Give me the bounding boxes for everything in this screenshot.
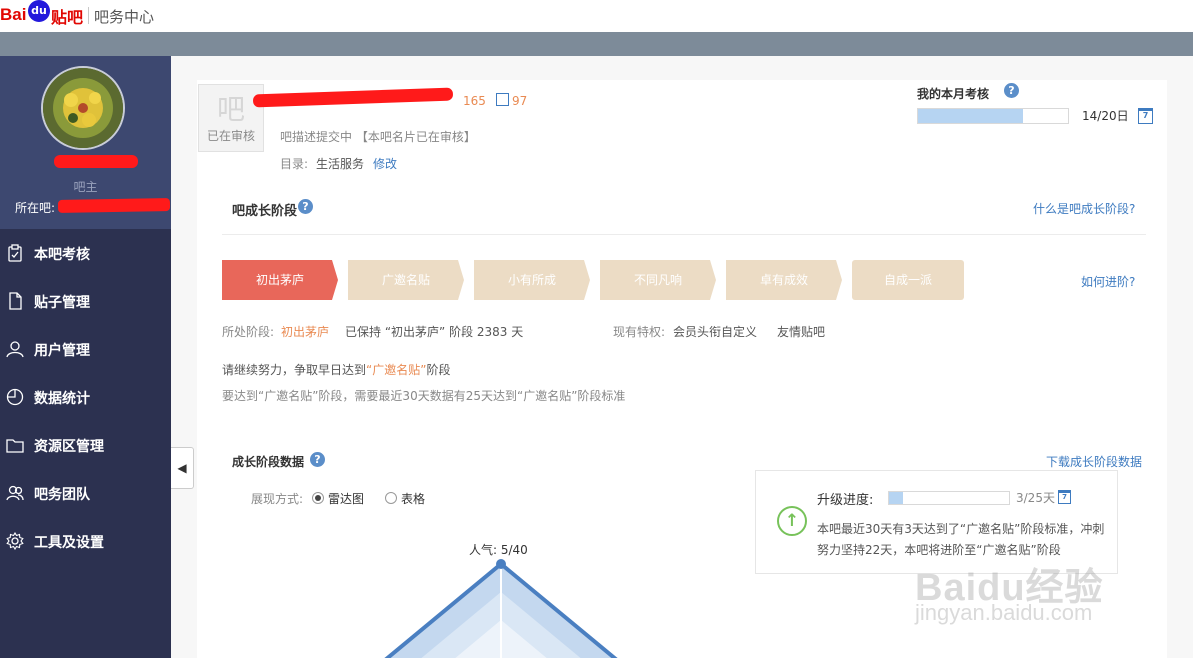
radio-radar-label[interactable]: 雷达图	[328, 490, 364, 507]
tieba-logo-text[interactable]: 贴吧	[51, 4, 83, 28]
monthly-exam-title: 我的本月考核	[917, 87, 990, 101]
chart-icon	[6, 388, 24, 406]
download-growth-data-link[interactable]: 下载成长阶段数据	[1046, 453, 1142, 470]
divider	[222, 234, 1146, 235]
baidu-paw-logo[interactable]: du	[28, 0, 50, 22]
sidebar-item-label: 吧务团队	[34, 487, 90, 503]
calendar-icon[interactable]: 7	[1058, 490, 1071, 504]
stage-step: 初出茅庐	[222, 260, 338, 300]
encourage-text: 请继续努力，争取早日达到“广邀名贴”阶段	[222, 363, 451, 377]
upgrade-description: 本吧最近30天有3天达到了“广邀名贴”阶段标准，冲刺努力坚持22天，本吧将进阶至…	[817, 522, 1105, 557]
stage-step: 卓有成效	[726, 260, 842, 300]
redacted-username	[54, 155, 138, 168]
display-mode-label: 展现方式:	[251, 492, 304, 506]
radio-radar-chart[interactable]	[312, 492, 324, 504]
help-icon[interactable]: ?	[298, 199, 313, 214]
document-icon	[9, 292, 22, 310]
upgrade-progress-label: 升级进度:	[817, 493, 874, 508]
post-icon	[496, 93, 509, 106]
gear-icon	[6, 532, 24, 550]
current-bar-label: 所在吧:	[15, 201, 56, 215]
stage-step: 不同凡响	[600, 260, 716, 300]
top-bar	[0, 0, 1193, 33]
header-strip	[0, 32, 1193, 56]
clipboard-icon	[8, 244, 22, 262]
bar-logo[interactable]: 吧 已在审核	[198, 84, 264, 152]
description-status: 吧描述提交中 【本吧名片已在审核】	[280, 130, 476, 144]
growth-stage-title: 吧成长阶段	[232, 204, 298, 219]
next-stage-highlight: “广邀名贴”	[366, 363, 427, 377]
stage-step: 广邀名贴	[348, 260, 464, 300]
folder-icon	[6, 439, 24, 453]
current-stage-value: 初出茅庐	[281, 325, 330, 339]
calendar-icon[interactable]: 7	[1138, 108, 1153, 124]
directory-label: 目录:	[280, 157, 309, 171]
growth-data-title: 成长阶段数据	[232, 455, 305, 469]
radar-label-popularity: 人气: 5/40	[469, 543, 528, 557]
sidebar-item-team[interactable]: 吧务团队	[0, 469, 171, 517]
upgrade-progress-track	[888, 491, 1010, 505]
how-to-advance-link[interactable]: 如何进阶?	[1081, 273, 1135, 290]
what-is-growth-link[interactable]: 什么是吧成长阶段?	[1033, 200, 1135, 217]
privileges-label: 现有特权:	[613, 325, 666, 339]
bar-logo-status: 已在审核	[206, 129, 255, 143]
help-icon[interactable]: ?	[1004, 83, 1019, 98]
baidu-logo-bai[interactable]: Bai	[0, 5, 26, 25]
current-bar-selector[interactable]	[57, 198, 171, 213]
stage-step: 自成一派	[852, 260, 964, 300]
post-count: 97	[512, 94, 528, 108]
directory-edit-link[interactable]: 修改	[373, 155, 397, 172]
radar-point-popularity	[496, 559, 506, 569]
member-count: 165	[463, 94, 486, 108]
team-icon	[6, 485, 24, 501]
user-icon	[6, 341, 24, 358]
radio-table[interactable]	[385, 492, 397, 504]
sidebar-item-label: 资源区管理	[34, 439, 104, 455]
requirement-text: 要达到“广邀名贴”阶段，需要最近30天数据有25天达到“广邀名贴”阶段标准	[222, 389, 626, 403]
sidebar-item-bar-exam[interactable]: 本吧考核	[0, 229, 171, 277]
stage-duration: 已保持 “初出茅庐” 阶段 2383 天	[345, 325, 524, 339]
avatar[interactable]	[41, 66, 125, 150]
upgrade-progress-value: 3/25天	[1016, 491, 1055, 505]
user-role: 吧主	[73, 180, 98, 194]
sidebar-item-resource-management[interactable]: 资源区管理	[0, 421, 171, 469]
directory-value: 生活服务	[316, 157, 365, 171]
privilege-item: 会员头衔自定义	[673, 325, 758, 339]
upgrade-progress-fill	[889, 492, 903, 504]
arrow-up-circle-icon: ↑	[777, 506, 807, 536]
sidebar-item-post-management[interactable]: 贴子管理	[0, 277, 171, 325]
sidebar-item-label: 工具及设置	[34, 535, 104, 551]
sidebar-item-label: 数据统计	[34, 391, 90, 407]
sidebar-item-label: 本吧考核	[34, 247, 90, 263]
sidebar-item-label: 贴子管理	[34, 295, 90, 311]
sidebar-item-tools-settings[interactable]: 工具及设置	[0, 517, 171, 565]
watermark-url: jingyan.baidu.com	[915, 600, 1093, 625]
privilege-item: 友情贴吧	[777, 325, 826, 339]
exam-progress-value: 14/20日	[1082, 109, 1129, 123]
radio-table-label[interactable]: 表格	[401, 490, 425, 507]
collapse-sidebar-button[interactable]: ◀	[171, 447, 194, 489]
current-stage-label: 所处阶段:	[222, 325, 275, 339]
sidebar-item-user-management[interactable]: 用户管理	[0, 325, 171, 373]
sidebar-item-label: 用户管理	[34, 343, 90, 359]
stage-step: 小有所成	[474, 260, 590, 300]
help-icon[interactable]: ?	[310, 452, 325, 467]
sidebar-item-statistics[interactable]: 数据统计	[0, 373, 171, 421]
page-title: 吧务中心	[94, 8, 155, 26]
logo-divider	[88, 7, 89, 24]
exam-progress-fill	[918, 109, 1023, 123]
